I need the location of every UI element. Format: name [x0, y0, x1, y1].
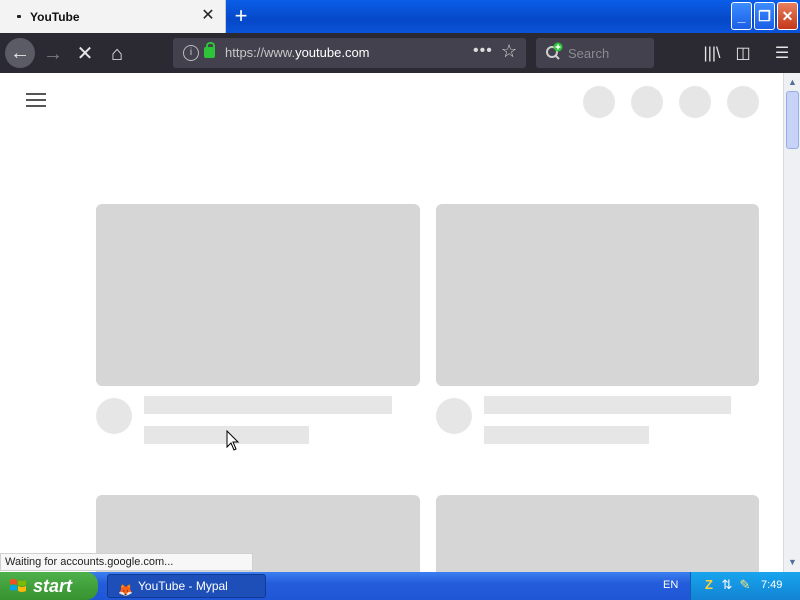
skeleton-header-circle [727, 86, 759, 118]
tab-favicon-icon [17, 15, 21, 18]
skeleton-meta-line [484, 426, 649, 444]
title-bar: YouTube ✕ + _ ❐ ✕ [0, 0, 800, 33]
scroll-up-icon[interactable]: ▲ [785, 75, 800, 90]
stop-loading-button[interactable]: ✕ [70, 39, 100, 69]
skeleton-video-thumbnail [96, 204, 420, 386]
guide-menu-icon[interactable] [26, 93, 46, 109]
search-icon [546, 42, 563, 60]
url-text[interactable]: https://www.youtube.com [225, 45, 370, 60]
minimize-button[interactable]: _ [731, 2, 752, 30]
scroll-down-icon[interactable]: ▼ [785, 555, 800, 570]
mouse-cursor-icon [226, 430, 240, 451]
tab-title: YouTube [30, 10, 80, 24]
skeleton-channel-avatar [436, 398, 472, 434]
sidebar-toggle-icon[interactable]: ◫ [728, 39, 758, 69]
start-button[interactable]: start [0, 572, 98, 600]
tab-close-icon[interactable]: ✕ [198, 6, 218, 26]
site-info-icon[interactable]: i [183, 45, 199, 61]
tab-youtube[interactable]: YouTube ✕ [0, 0, 226, 33]
tray-update-icon[interactable]: ✎ [737, 577, 753, 593]
status-bar-text: Waiting for accounts.google.com... [0, 553, 253, 571]
back-button[interactable]: ← [5, 38, 35, 68]
system-tray: Z ⇅ ✎ 7:49 [690, 572, 800, 600]
restore-button[interactable]: ❐ [754, 2, 775, 30]
skeleton-header-circle [631, 86, 663, 118]
skeleton-channel-avatar [96, 398, 132, 434]
forward-button[interactable]: → [38, 39, 68, 69]
search-placeholder: Search [568, 46, 610, 61]
bookmark-star-icon[interactable]: ☆ [501, 41, 517, 62]
vertical-scrollbar[interactable]: ▲ ▼ [783, 73, 800, 572]
scrollbar-thumb[interactable] [786, 91, 799, 149]
skeleton-header-circle [583, 86, 615, 118]
menu-icon[interactable]: ☰ [767, 39, 797, 69]
tray-app-icon[interactable]: Z [701, 577, 717, 593]
skeleton-title-line [484, 396, 731, 414]
window-close-button[interactable]: ✕ [777, 2, 798, 30]
secure-lock-icon [204, 42, 215, 58]
page-content [0, 73, 783, 572]
skeleton-video-thumbnail [436, 495, 759, 572]
new-tab-button[interactable]: + [228, 3, 254, 29]
home-button[interactable]: ⌂ [102, 39, 132, 69]
navigation-toolbar: ← → ✕ ⌂ i https://www.youtube.com ••• ☆ … [0, 33, 800, 73]
search-input[interactable]: Search [536, 38, 654, 68]
page-actions-icon[interactable]: ••• [473, 42, 493, 60]
taskbar-item-label: YouTube - Mypal [138, 579, 228, 593]
language-indicator[interactable]: EN [663, 579, 678, 591]
restore-icon: ❐ [758, 8, 771, 24]
windows-logo-icon [10, 579, 26, 592]
taskbar-item-youtube[interactable]: 🦊 YouTube - Mypal [107, 574, 266, 598]
minimize-icon: _ [737, 8, 746, 24]
mypal-app-icon: 🦊 [118, 583, 133, 597]
taskbar: start 🦊 YouTube - Mypal EN Z ⇅ ✎ 7:49 [0, 572, 800, 600]
library-icon[interactable]: |||\ [697, 39, 727, 69]
tray-network-icon[interactable]: ⇅ [719, 577, 735, 593]
address-bar[interactable]: i https://www.youtube.com ••• ☆ [173, 38, 526, 68]
start-label: start [33, 576, 73, 596]
skeleton-video-thumbnail [436, 204, 759, 386]
close-icon: ✕ [781, 8, 794, 24]
skeleton-title-line [144, 396, 392, 414]
clock: 7:49 [761, 579, 783, 591]
skeleton-header-circle [679, 86, 711, 118]
